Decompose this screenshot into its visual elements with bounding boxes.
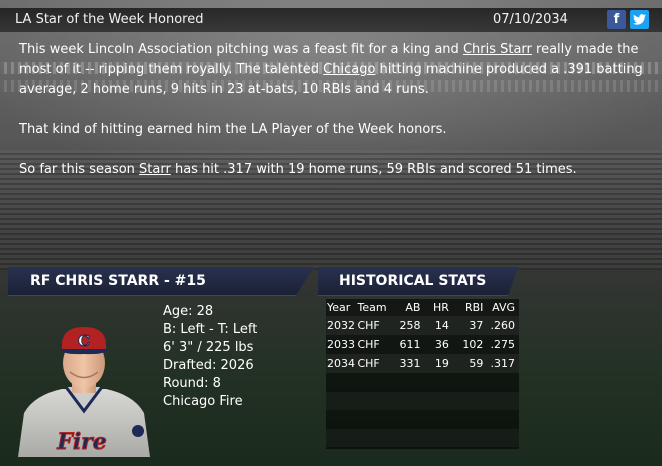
stats-col-header: Year bbox=[327, 301, 351, 314]
table-row: 2033 CHF 611 36 102 .275 bbox=[326, 335, 519, 354]
player-portrait: C Fire bbox=[18, 327, 150, 457]
story-paragraph-2: That kind of hitting earned him the LA P… bbox=[19, 122, 447, 137]
stats-rbi: 59 bbox=[448, 354, 484, 373]
player-age: Age: 28 bbox=[163, 304, 214, 319]
player-team: Chicago Fire bbox=[163, 394, 243, 409]
svg-text:Fire: Fire bbox=[56, 429, 107, 455]
facebook-icon[interactable]: f bbox=[607, 10, 626, 29]
player-link[interactable]: Starr bbox=[139, 162, 171, 177]
player-banner: RF CHRIS STARR - #15 bbox=[8, 267, 314, 296]
stats-avg: .317 bbox=[483, 354, 519, 373]
historical-stats-label: HISTORICAL STATS bbox=[339, 273, 487, 289]
stats-year: 2032 bbox=[326, 316, 358, 335]
stats-ab: 258 bbox=[392, 316, 421, 335]
stats-avg: .275 bbox=[490, 338, 516, 351]
stats-ab: 331 bbox=[392, 354, 421, 373]
svg-text:C: C bbox=[78, 332, 90, 350]
stats-col-header: AB bbox=[405, 301, 421, 314]
stats-col-header: AVG bbox=[492, 301, 515, 314]
news-body: This week Lincoln Association pitching w… bbox=[19, 40, 645, 200]
player-bats-throws: B: Left - T: Left bbox=[163, 322, 258, 337]
stats-rbi: 102 bbox=[462, 338, 484, 351]
historical-stats-banner: HISTORICAL STATS bbox=[318, 267, 518, 296]
historical-stats-table: Year Team AB HR RBI AVG 2032 CHF 258 14 … bbox=[326, 299, 519, 449]
stats-hr: 36 bbox=[434, 338, 449, 351]
stats-header-row: Year Team AB HR RBI AVG bbox=[326, 299, 519, 316]
player-round: Round: 8 bbox=[163, 376, 221, 391]
stats-year: 2033 bbox=[327, 338, 355, 351]
team-link[interactable]: Chicago bbox=[323, 62, 375, 77]
stats-avg: .260 bbox=[483, 316, 519, 335]
stats-hr: 19 bbox=[420, 354, 449, 373]
stats-hr: 14 bbox=[420, 316, 449, 335]
table-row: 2032 CHF 258 14 37 .260 bbox=[326, 316, 519, 335]
player-info: Age: 28 B: Left - T: Left 6' 3" / 225 lb… bbox=[163, 303, 257, 411]
player-banner-label: RF CHRIS STARR - #15 bbox=[30, 273, 206, 289]
stats-year: 2034 bbox=[326, 354, 358, 373]
twitter-icon[interactable] bbox=[630, 10, 649, 29]
story-paragraph-1: This week Lincoln Association pitching w… bbox=[19, 42, 643, 97]
player-size: 6' 3" / 225 lbs bbox=[163, 340, 254, 355]
player-drafted: Drafted: 2026 bbox=[163, 358, 254, 373]
news-date: 07/10/2034 bbox=[493, 12, 568, 27]
stats-team: CHF bbox=[357, 338, 380, 351]
stats-rbi: 37 bbox=[448, 316, 484, 335]
news-title: LA Star of the Week Honored bbox=[15, 12, 204, 27]
stats-team: CHF bbox=[357, 316, 393, 335]
story-paragraph-3: So far this season Starr has hit .317 wi… bbox=[19, 162, 577, 177]
table-row: 2034 CHF 331 19 59 .317 bbox=[326, 354, 519, 373]
stats-col-header: Team bbox=[357, 301, 387, 314]
stats-col-header: HR bbox=[432, 301, 449, 314]
stats-col-header: RBI bbox=[464, 301, 484, 314]
stats-ab: 611 bbox=[399, 338, 421, 351]
title-bar: LA Star of the Week Honored 07/10/2034 f bbox=[0, 8, 662, 32]
stats-team: CHF bbox=[357, 354, 393, 373]
player-link[interactable]: Chris Starr bbox=[463, 42, 532, 57]
